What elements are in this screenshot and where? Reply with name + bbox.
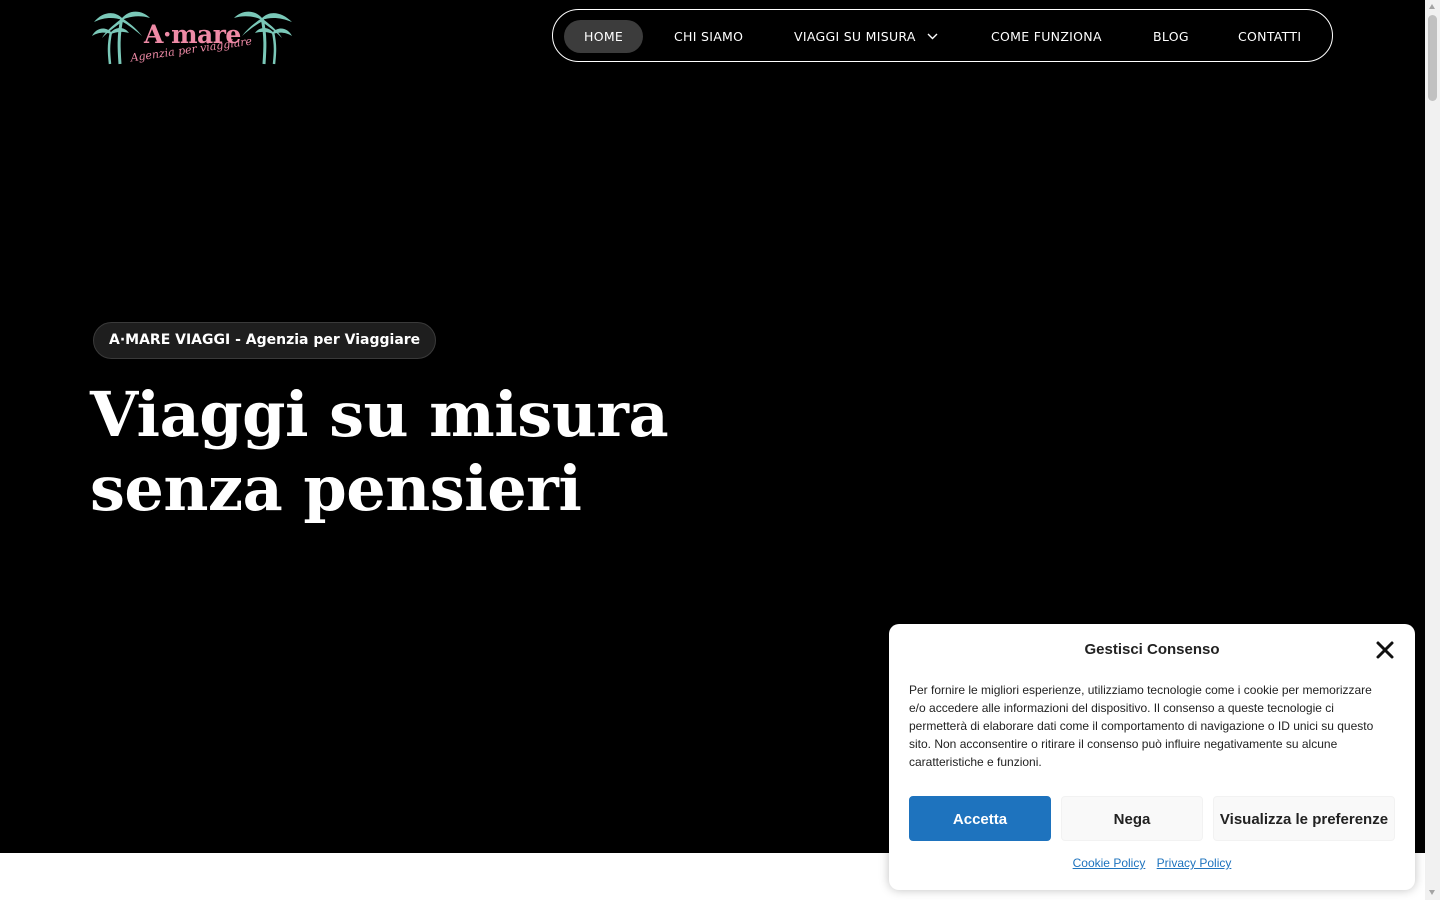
consent-title: Gestisci Consenso xyxy=(1084,641,1220,658)
scroll-up-arrow-icon[interactable] xyxy=(1429,4,1435,9)
deny-button[interactable]: Nega xyxy=(1061,796,1203,841)
nav-item-blog[interactable]: BLOG xyxy=(1153,20,1189,53)
page-scrollbar[interactable] xyxy=(1425,0,1440,900)
headline-line-1: Viaggi su misura xyxy=(90,378,669,451)
privacy-policy-link[interactable]: Privacy Policy xyxy=(1157,856,1232,870)
hero-headline: Viaggi su misura senza pensieri xyxy=(90,378,669,526)
main-navigation: HOME CHI SIAMO VIAGGI SU MISURA COME FUN… xyxy=(552,9,1333,62)
chevron-down-icon xyxy=(927,33,938,39)
nav-item-come-funziona[interactable]: COME FUNZIONA xyxy=(991,20,1102,53)
cookie-consent-dialog: Gestisci Consenso Per fornire le miglior… xyxy=(889,624,1415,890)
nav-item-label: CONTATTI xyxy=(1238,29,1302,44)
nav-item-label: VIAGGI SU MISURA xyxy=(794,29,916,44)
view-preferences-button[interactable]: Visualizza le preferenze xyxy=(1213,796,1395,841)
headline-line-2: senza pensieri xyxy=(90,452,582,525)
cookie-policy-link[interactable]: Cookie Policy xyxy=(1073,856,1146,870)
scroll-thumb[interactable] xyxy=(1428,15,1437,101)
close-icon[interactable] xyxy=(1375,640,1395,660)
nav-item-label: COME FUNZIONA xyxy=(991,29,1102,44)
hero-badge: A·MARE VIAGGI - Agenzia per Viaggiare xyxy=(93,322,437,359)
scroll-down-arrow-icon[interactable] xyxy=(1429,890,1435,895)
consent-links: Cookie Policy Privacy Policy xyxy=(889,856,1415,870)
nav-item-label: BLOG xyxy=(1153,29,1189,44)
nav-item-label: HOME xyxy=(584,29,624,44)
site-logo[interactable]: A·mare Agenzia per viaggiare xyxy=(92,6,294,68)
nav-item-viaggi-su-misura[interactable]: VIAGGI SU MISURA xyxy=(794,20,938,53)
nav-item-chi-siamo[interactable]: CHI SIAMO xyxy=(674,20,743,53)
consent-description: Per fornire le migliori esperienze, util… xyxy=(909,683,1374,769)
nav-item-home[interactable]: HOME xyxy=(564,20,644,53)
accept-button[interactable]: Accetta xyxy=(909,796,1051,841)
nav-item-contatti[interactable]: CONTATTI xyxy=(1238,20,1301,53)
nav-item-label: CHI SIAMO xyxy=(674,29,744,44)
